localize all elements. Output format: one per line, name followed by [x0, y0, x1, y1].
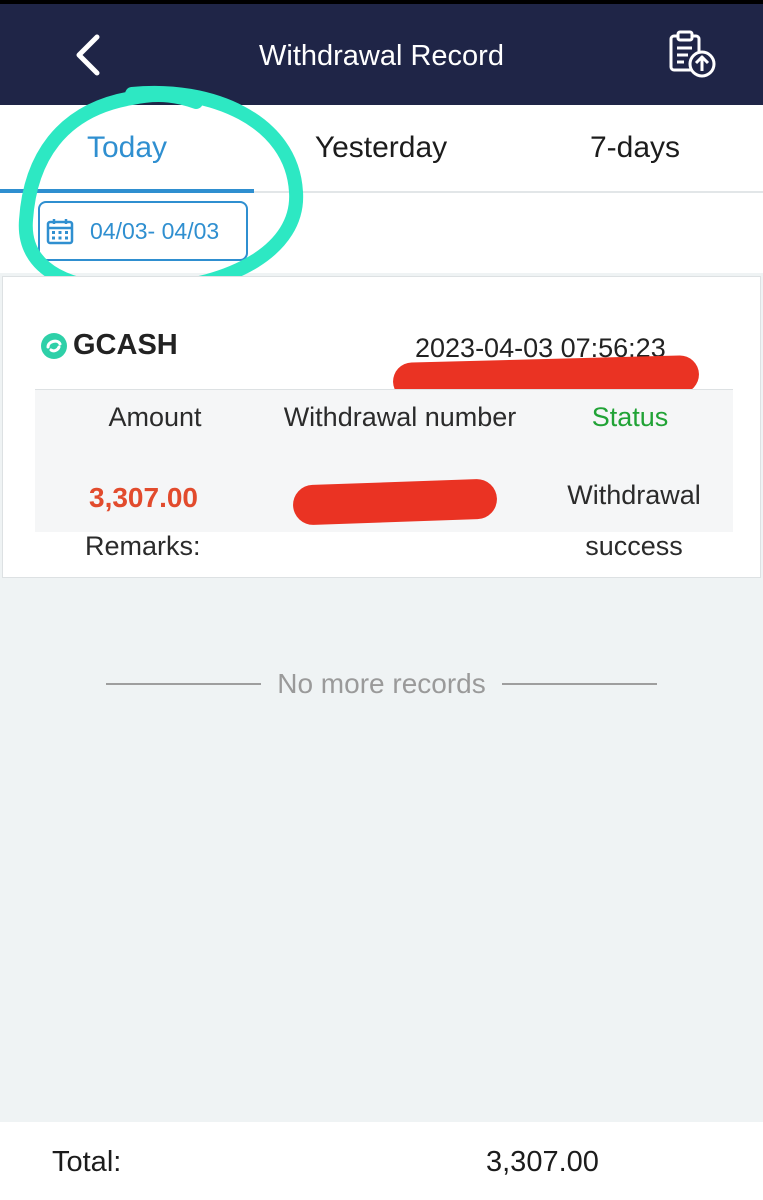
- divider: [106, 683, 262, 685]
- total-footer: Total: 3,307.00: [0, 1122, 763, 1200]
- app-header: Withdrawal Record: [0, 0, 763, 105]
- withdrawal-amount: 3,307.00: [89, 482, 198, 513]
- status-column-header: Status: [591, 402, 669, 432]
- calendar-icon: [46, 217, 74, 245]
- total-label: Total:: [52, 1146, 122, 1178]
- redaction-mark: [292, 478, 498, 526]
- gcash-logo-icon: [41, 332, 67, 359]
- withdrawal-record-card[interactable]: GCASH 2023-04-03 07:56:23 Amount Withdra…: [2, 276, 761, 578]
- clipboard-upload-icon: [669, 30, 716, 78]
- tab-yesterday[interactable]: Yesterday: [254, 105, 508, 191]
- no-more-records-text: No more records: [277, 668, 486, 699]
- date-range-picker[interactable]: 04/03- 04/03: [38, 201, 248, 261]
- date-range-label: 04/03- 04/03: [90, 217, 220, 244]
- date-filter-tabs: Today Yesterday 7-days: [0, 105, 763, 193]
- tab-7-days[interactable]: 7-days: [508, 105, 762, 191]
- remarks-label: Remarks:: [85, 531, 201, 561]
- export-record-button[interactable]: [662, 26, 724, 84]
- withdrawal-number-column-header: Withdrawal number: [283, 402, 517, 432]
- withdrawal-status: Withdrawal success: [567, 480, 701, 561]
- total-value: 3,307.00: [486, 1146, 599, 1178]
- page-title: Withdrawal Record: [259, 40, 504, 72]
- tab-today[interactable]: Today: [0, 105, 254, 193]
- amount-column-header: Amount: [108, 402, 202, 432]
- payment-method-name: GCASH: [73, 329, 178, 361]
- list-end-indicator: No more records: [0, 668, 763, 700]
- date-range-bar: 04/03- 04/03: [0, 193, 763, 273]
- divider: [501, 683, 657, 685]
- payment-method: GCASH: [39, 329, 178, 362]
